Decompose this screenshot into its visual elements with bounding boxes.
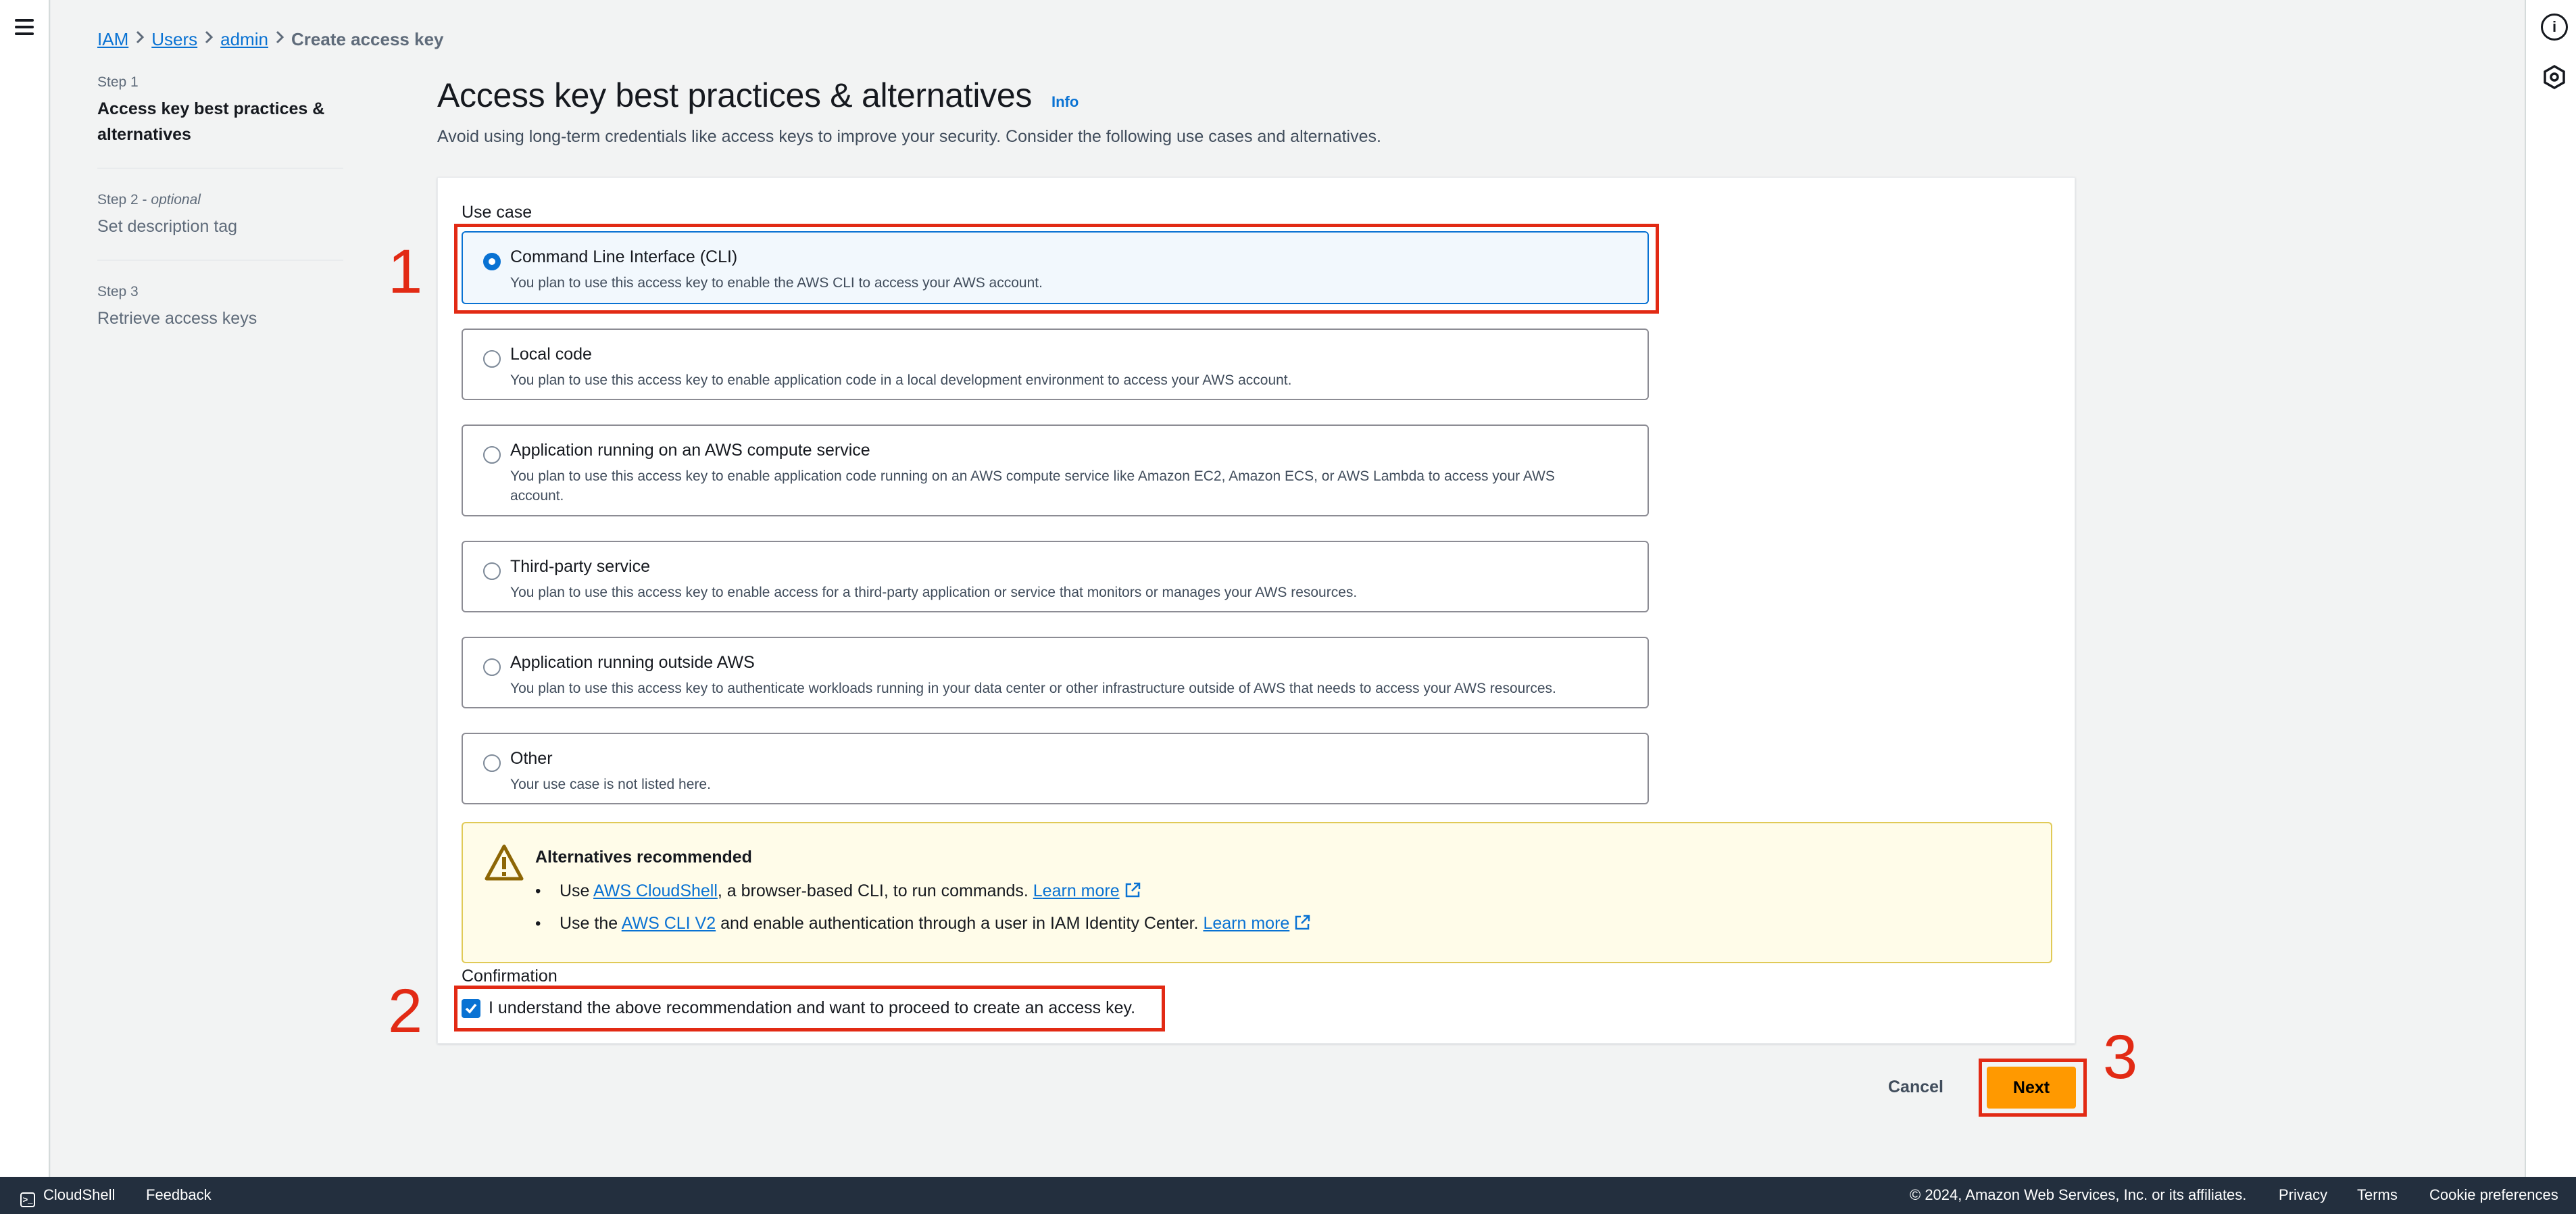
step-label: Step 1: [97, 74, 139, 90]
warning-icon: [485, 844, 524, 881]
chevron-right-icon: [197, 29, 220, 50]
alert-list: • Use AWS CloudShell, a browser-based CLI…: [535, 875, 1311, 940]
step-title: Access key best practices & alternatives: [97, 99, 325, 144]
cloudshell-button[interactable]: >_ CloudShell: [20, 1186, 115, 1207]
annotation-number-3: 3: [2103, 1023, 2138, 1092]
menu-icon[interactable]: [9, 12, 39, 42]
radio-button[interactable]: [483, 658, 501, 676]
option-description: You plan to use this access key to enabl…: [510, 468, 1555, 504]
hexagon-icon: [2544, 64, 2565, 90]
step-divider: [97, 260, 343, 261]
step-label: Step 2: [97, 192, 139, 208]
option-title: Local code: [510, 345, 592, 364]
radio-button[interactable]: [483, 562, 501, 580]
terminal-icon: >_: [20, 1192, 35, 1207]
page-description: Avoid using long-term credentials like a…: [437, 127, 1381, 146]
use-case-option-third-party[interactable]: Third-party service You plan to use this…: [462, 541, 1649, 612]
breadcrumb-admin[interactable]: admin: [220, 29, 268, 50]
breadcrumb: IAM Users admin Create access key: [97, 27, 444, 51]
learn-more-link[interactable]: Learn more: [1033, 881, 1120, 900]
list-item: • Use the AWS CLI V2 and enable authentic…: [535, 907, 1311, 940]
radio-button[interactable]: [483, 754, 501, 772]
breadcrumb-users[interactable]: Users: [151, 29, 197, 50]
option-title: Application running outside AWS: [510, 653, 755, 672]
option-title: Application running on an AWS compute se…: [510, 441, 870, 460]
use-case-option-outside-aws[interactable]: Application running outside AWS You plan…: [462, 637, 1649, 708]
option-description: Your use case is not listed here.: [510, 777, 711, 792]
alert-text: Use: [560, 881, 594, 900]
info-panel-button[interactable]: i: [2540, 12, 2569, 42]
tutorial-panel-button[interactable]: [2540, 62, 2569, 92]
breadcrumb-current: Create access key: [291, 28, 444, 49]
terms-link[interactable]: Terms: [2357, 1186, 2398, 1204]
annotation-number-1: 1: [388, 237, 423, 306]
annotation-highlight-1: [454, 224, 1659, 314]
learn-more-link[interactable]: Learn more: [1203, 914, 1289, 933]
feedback-button[interactable]: Feedback: [146, 1186, 212, 1204]
chevron-right-icon: [128, 29, 151, 50]
cookie-preferences-link[interactable]: Cookie preferences: [2429, 1186, 2558, 1204]
step-optional: optional: [151, 192, 201, 208]
chevron-right-icon: [268, 29, 291, 50]
alert-text: and enable authentication through a user…: [716, 914, 1204, 933]
option-description: You plan to use this access key to enabl…: [510, 372, 1292, 388]
step-title: Retrieve access keys: [97, 309, 257, 328]
info-circle-icon: i: [2541, 14, 2568, 41]
step-divider: [97, 168, 343, 169]
alert-text: Use the: [560, 914, 622, 933]
cloudshell-label: CloudShell: [43, 1186, 116, 1203]
right-rail: [2525, 0, 2576, 1177]
use-case-option-aws-compute[interactable]: Application running on an AWS compute se…: [462, 424, 1649, 516]
radio-button[interactable]: [483, 350, 501, 368]
step-2: Step 2 - optional Set description tag: [97, 192, 343, 239]
option-title: Third-party service: [510, 557, 650, 576]
external-link-icon: [1295, 915, 1310, 930]
alert-title: Alternatives recommended: [535, 848, 752, 867]
use-case-option-local-code[interactable]: Local code You plan to use this access k…: [462, 329, 1649, 400]
privacy-link[interactable]: Privacy: [2279, 1186, 2327, 1204]
left-rail: [0, 0, 50, 1177]
annotation-highlight-2: [454, 986, 1165, 1031]
cloudshell-link[interactable]: AWS CloudShell: [593, 881, 718, 900]
option-description: You plan to use this access key to authe…: [510, 681, 1556, 696]
wizard-steps: Step 1 Access key best practices & alter…: [97, 74, 343, 331]
breadcrumb-iam[interactable]: IAM: [97, 29, 128, 50]
cli-v2-link[interactable]: AWS CLI V2: [622, 914, 716, 933]
cancel-button[interactable]: Cancel: [1888, 1077, 1943, 1097]
option-description: You plan to use this access key to enabl…: [510, 585, 1358, 600]
copyright-text: © 2024, Amazon Web Services, Inc. or its…: [1910, 1186, 2247, 1203]
radio-button[interactable]: [483, 446, 501, 464]
alert-text: , a browser-based CLI, to run commands.: [717, 881, 1033, 900]
use-case-option-other[interactable]: Other Your use case is not listed here.: [462, 733, 1649, 804]
page-title: Access key best practices & alternatives: [437, 76, 1033, 114]
use-case-label: Use case: [462, 203, 532, 222]
external-link-icon: [1125, 882, 1140, 898]
step-3: Step 3 Retrieve access keys: [97, 284, 343, 331]
footer-bar: >_ CloudShell Feedback © 2024, Amazon Web…: [0, 1177, 2576, 1214]
step-label: Step 3: [97, 284, 139, 299]
info-link[interactable]: Info: [1051, 93, 1079, 111]
confirmation-label: Confirmation: [462, 967, 558, 986]
list-item: • Use AWS CloudShell, a browser-based CLI…: [535, 875, 1311, 907]
annotation-highlight-3: [1979, 1059, 2087, 1117]
step-1: Step 1 Access key best practices & alter…: [97, 74, 343, 147]
step-title: Set description tag: [97, 217, 238, 236]
option-title: Other: [510, 749, 553, 768]
annotation-number-2: 2: [388, 977, 423, 1046]
